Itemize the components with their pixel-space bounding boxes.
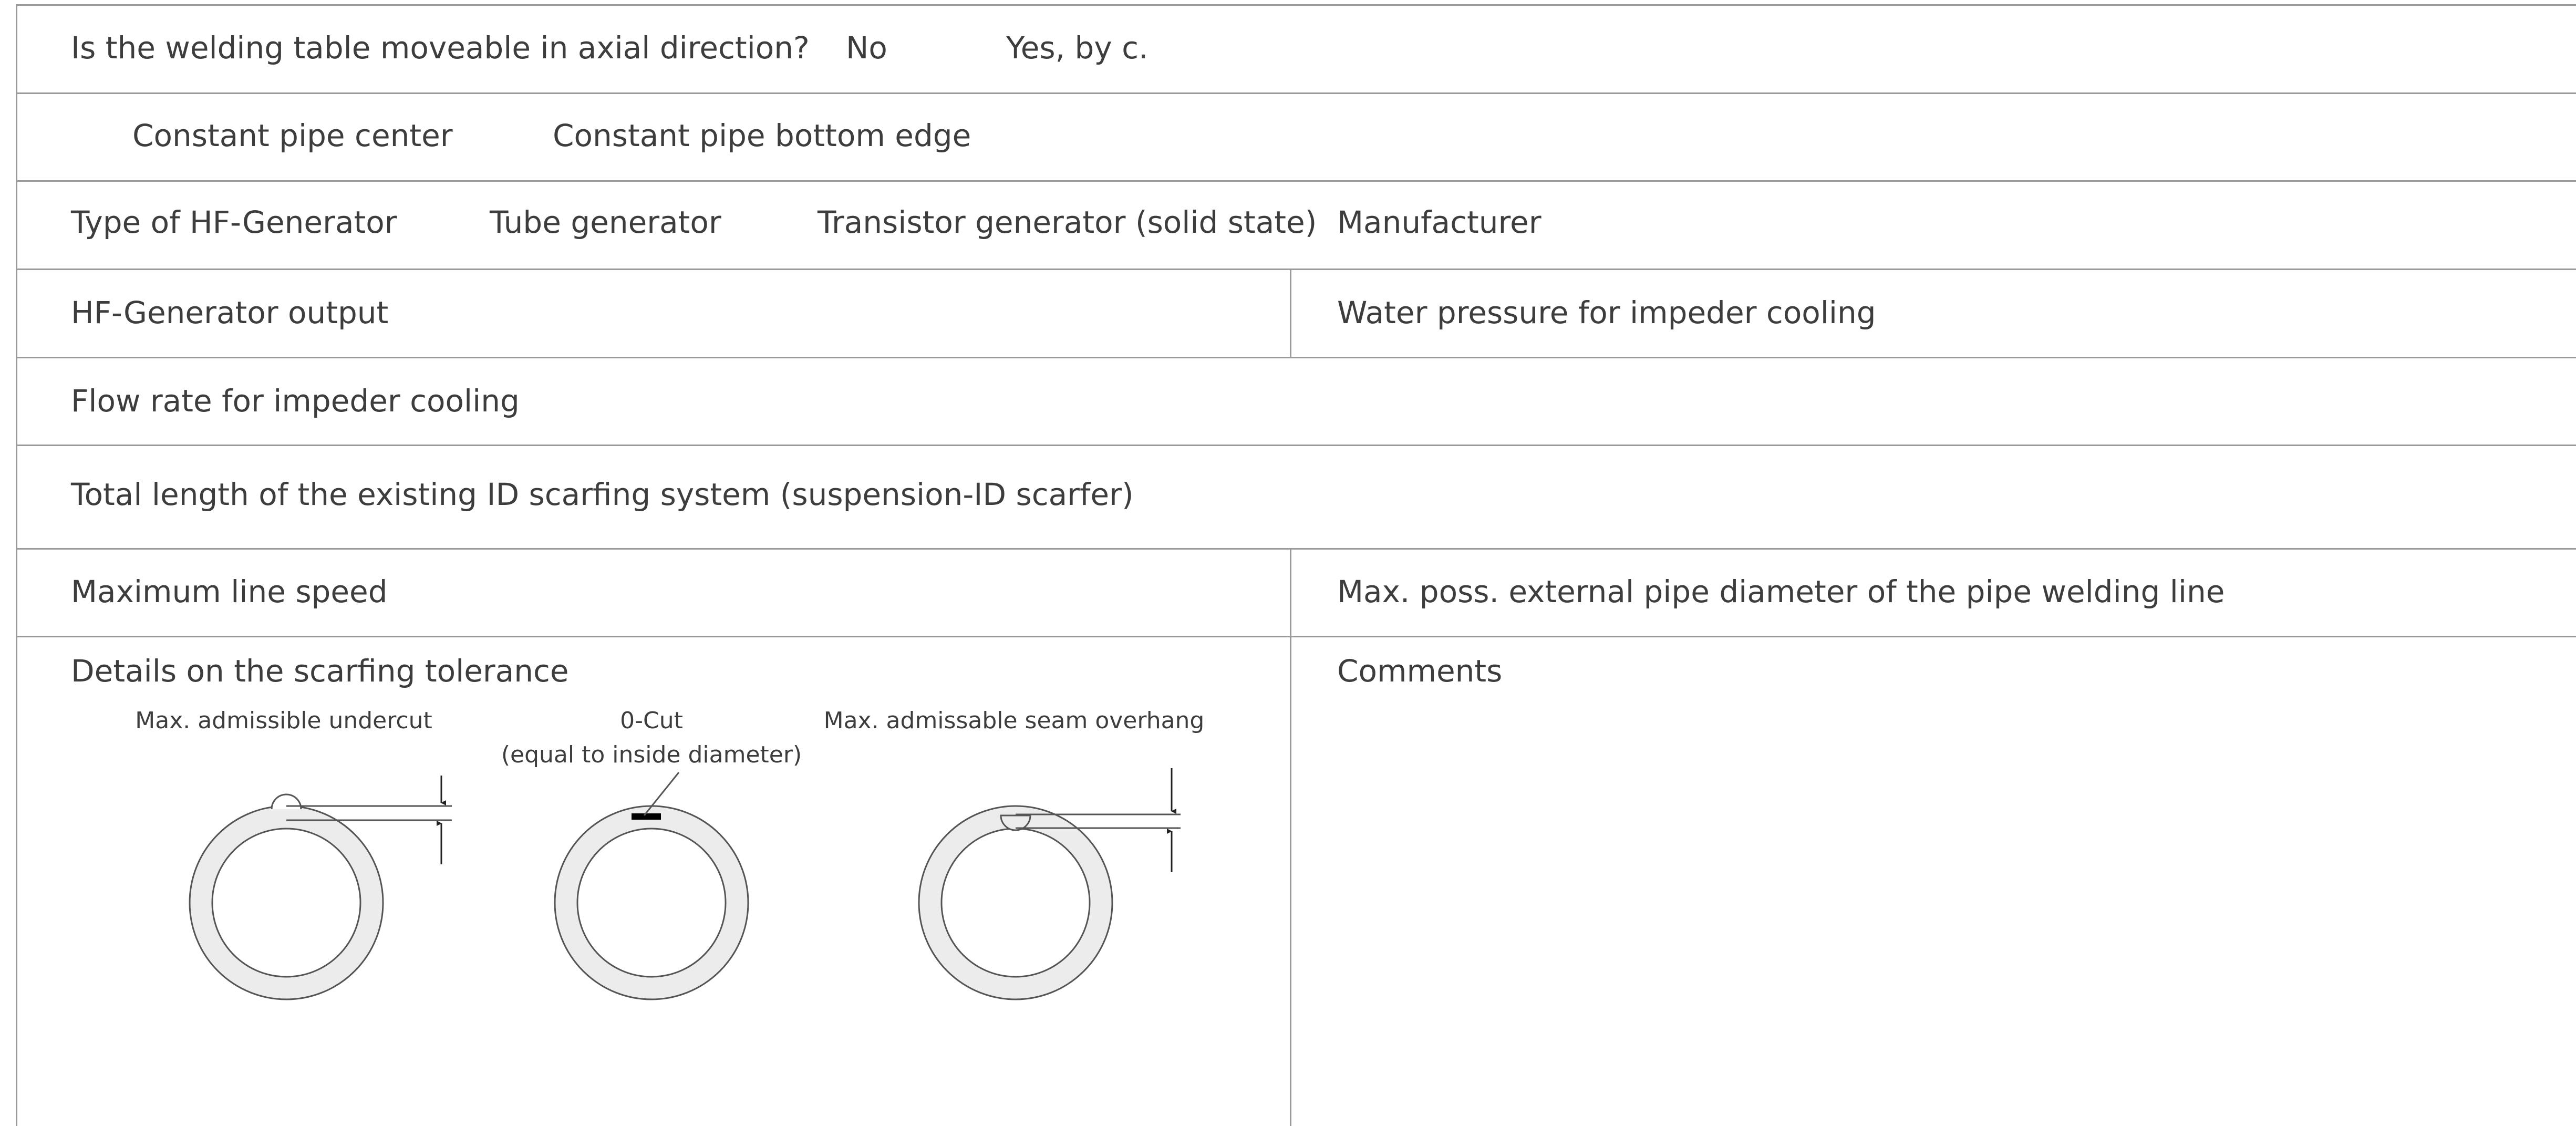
zero-cut-pipe-diagram [554,772,749,1000]
scarfing-diagrams [189,768,1181,1000]
overhang-pipe-diagram [918,768,1181,1000]
undercut-pipe-diagram [189,776,452,1000]
